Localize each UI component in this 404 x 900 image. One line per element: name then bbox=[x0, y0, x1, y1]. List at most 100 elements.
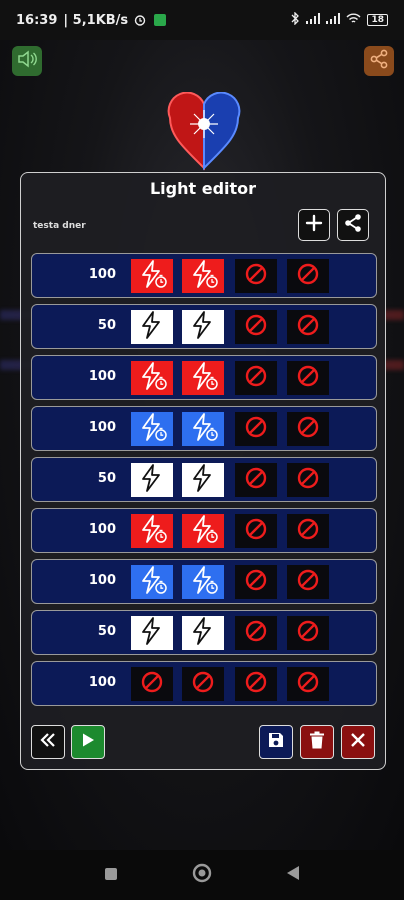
light-cell-off[interactable] bbox=[287, 514, 329, 548]
dialog-toolbar bbox=[21, 725, 385, 761]
light-row[interactable]: 100 bbox=[31, 406, 377, 451]
share-icon bbox=[343, 213, 363, 237]
light-cell-white-flash[interactable] bbox=[131, 463, 173, 497]
light-cell-blue-flash[interactable] bbox=[182, 412, 224, 446]
row-intensity-value[interactable]: 100 bbox=[82, 573, 116, 588]
light-cell-off[interactable] bbox=[235, 514, 277, 548]
light-cell-off[interactable] bbox=[235, 310, 277, 344]
lightning-bolt-icon bbox=[187, 565, 219, 599]
light-cell-blue-flash[interactable] bbox=[182, 565, 224, 599]
play-button[interactable] bbox=[71, 725, 105, 759]
row-intensity-value[interactable]: 50 bbox=[82, 318, 116, 333]
light-row[interactable]: 100 bbox=[31, 355, 377, 400]
light-row[interactable]: 100 bbox=[31, 559, 377, 604]
light-cell-off[interactable] bbox=[235, 565, 277, 599]
bluetooth-icon bbox=[291, 11, 300, 28]
signal-icon-1 bbox=[306, 13, 321, 27]
light-row[interactable]: 100 bbox=[31, 661, 377, 706]
circle-icon bbox=[192, 863, 212, 887]
share-preset-button[interactable] bbox=[337, 209, 369, 241]
light-cell-red-flash[interactable] bbox=[182, 259, 224, 293]
light-cell-off[interactable] bbox=[235, 412, 277, 446]
light-row[interactable]: 50 bbox=[31, 304, 377, 349]
prohibited-icon bbox=[296, 517, 320, 545]
light-cell-off[interactable] bbox=[287, 667, 329, 701]
system-nav-bar bbox=[0, 850, 404, 900]
light-cell-red-flash[interactable] bbox=[131, 361, 173, 395]
delete-button[interactable] bbox=[300, 725, 334, 759]
light-editor-dialog: Light editor testa dner 100 50 100 100 50 100… bbox=[20, 172, 386, 770]
light-cell-off[interactable] bbox=[287, 310, 329, 344]
light-row[interactable]: 100 bbox=[31, 508, 377, 553]
light-cell-red-flash[interactable] bbox=[131, 259, 173, 293]
lightning-bolt-icon bbox=[187, 463, 219, 497]
light-row[interactable]: 50 bbox=[31, 610, 377, 655]
light-cell-off[interactable] bbox=[235, 361, 277, 395]
light-cell-off[interactable] bbox=[287, 463, 329, 497]
row-intensity-value[interactable]: 100 bbox=[82, 522, 116, 537]
prohibited-icon bbox=[244, 568, 268, 596]
lightning-bolt-icon bbox=[136, 412, 168, 446]
prohibited-icon bbox=[296, 619, 320, 647]
plus-icon bbox=[305, 214, 323, 236]
light-cell-blue-flash[interactable] bbox=[131, 412, 173, 446]
light-cell-white-flash[interactable] bbox=[131, 310, 173, 344]
row-intensity-value[interactable]: 50 bbox=[82, 624, 116, 639]
alarm-icon bbox=[134, 14, 148, 26]
row-intensity-value[interactable]: 100 bbox=[82, 675, 116, 690]
share-app-button[interactable] bbox=[364, 46, 394, 76]
light-cell-off[interactable] bbox=[235, 667, 277, 701]
light-cell-off[interactable] bbox=[287, 361, 329, 395]
row-intensity-value[interactable]: 100 bbox=[82, 369, 116, 384]
light-cell-off[interactable] bbox=[235, 259, 277, 293]
light-cell-white-flash[interactable] bbox=[182, 463, 224, 497]
light-cell-off[interactable] bbox=[131, 667, 173, 701]
home-button[interactable] bbox=[192, 863, 212, 887]
light-rows-list: 100 50 100 100 50 100 100 50 100 bbox=[31, 253, 377, 712]
light-cell-red-flash[interactable] bbox=[131, 514, 173, 548]
light-cell-white-flash[interactable] bbox=[182, 310, 224, 344]
preset-name-label[interactable]: testa dner bbox=[33, 221, 86, 231]
light-row[interactable]: 100 bbox=[31, 253, 377, 298]
prohibited-icon bbox=[244, 313, 268, 341]
trash-icon bbox=[309, 731, 325, 753]
row-intensity-value[interactable]: 100 bbox=[82, 420, 116, 435]
lightning-bolt-icon bbox=[187, 361, 219, 395]
prohibited-icon bbox=[244, 670, 268, 698]
light-cell-white-flash[interactable] bbox=[131, 616, 173, 650]
light-cell-off[interactable] bbox=[235, 616, 277, 650]
app-logo bbox=[166, 91, 242, 172]
prohibited-icon bbox=[244, 619, 268, 647]
app-notification-icon bbox=[154, 14, 167, 26]
save-button[interactable] bbox=[259, 725, 293, 759]
row-intensity-value[interactable]: 50 bbox=[82, 471, 116, 486]
back-button[interactable] bbox=[283, 865, 303, 885]
light-cell-off[interactable] bbox=[287, 259, 329, 293]
light-cell-off[interactable] bbox=[235, 463, 277, 497]
light-cell-off[interactable] bbox=[287, 565, 329, 599]
light-cell-blue-flash[interactable] bbox=[131, 565, 173, 599]
prohibited-icon bbox=[296, 364, 320, 392]
light-cell-white-flash[interactable] bbox=[182, 616, 224, 650]
status-bar: 16:39 | 5,1KB/s 18 bbox=[0, 0, 404, 40]
prohibited-icon bbox=[296, 670, 320, 698]
light-row[interactable]: 50 bbox=[31, 457, 377, 502]
add-row-button[interactable] bbox=[298, 209, 330, 241]
signal-icon-2 bbox=[326, 13, 341, 27]
close-button[interactable] bbox=[341, 725, 375, 759]
light-cell-off[interactable] bbox=[287, 412, 329, 446]
prohibited-icon bbox=[244, 415, 268, 443]
sound-button[interactable] bbox=[12, 46, 42, 76]
lightning-bolt-icon bbox=[136, 310, 168, 344]
prohibited-icon bbox=[244, 262, 268, 290]
recent-apps-button[interactable] bbox=[101, 865, 121, 885]
light-cell-off[interactable] bbox=[287, 616, 329, 650]
light-cell-red-flash[interactable] bbox=[182, 361, 224, 395]
light-cell-off[interactable] bbox=[182, 667, 224, 701]
dialog-title: Light editor bbox=[149, 179, 257, 198]
rewind-button[interactable] bbox=[31, 725, 65, 759]
close-icon bbox=[350, 732, 366, 752]
speaker-icon bbox=[17, 50, 37, 72]
row-intensity-value[interactable]: 100 bbox=[82, 267, 116, 282]
light-cell-red-flash[interactable] bbox=[182, 514, 224, 548]
